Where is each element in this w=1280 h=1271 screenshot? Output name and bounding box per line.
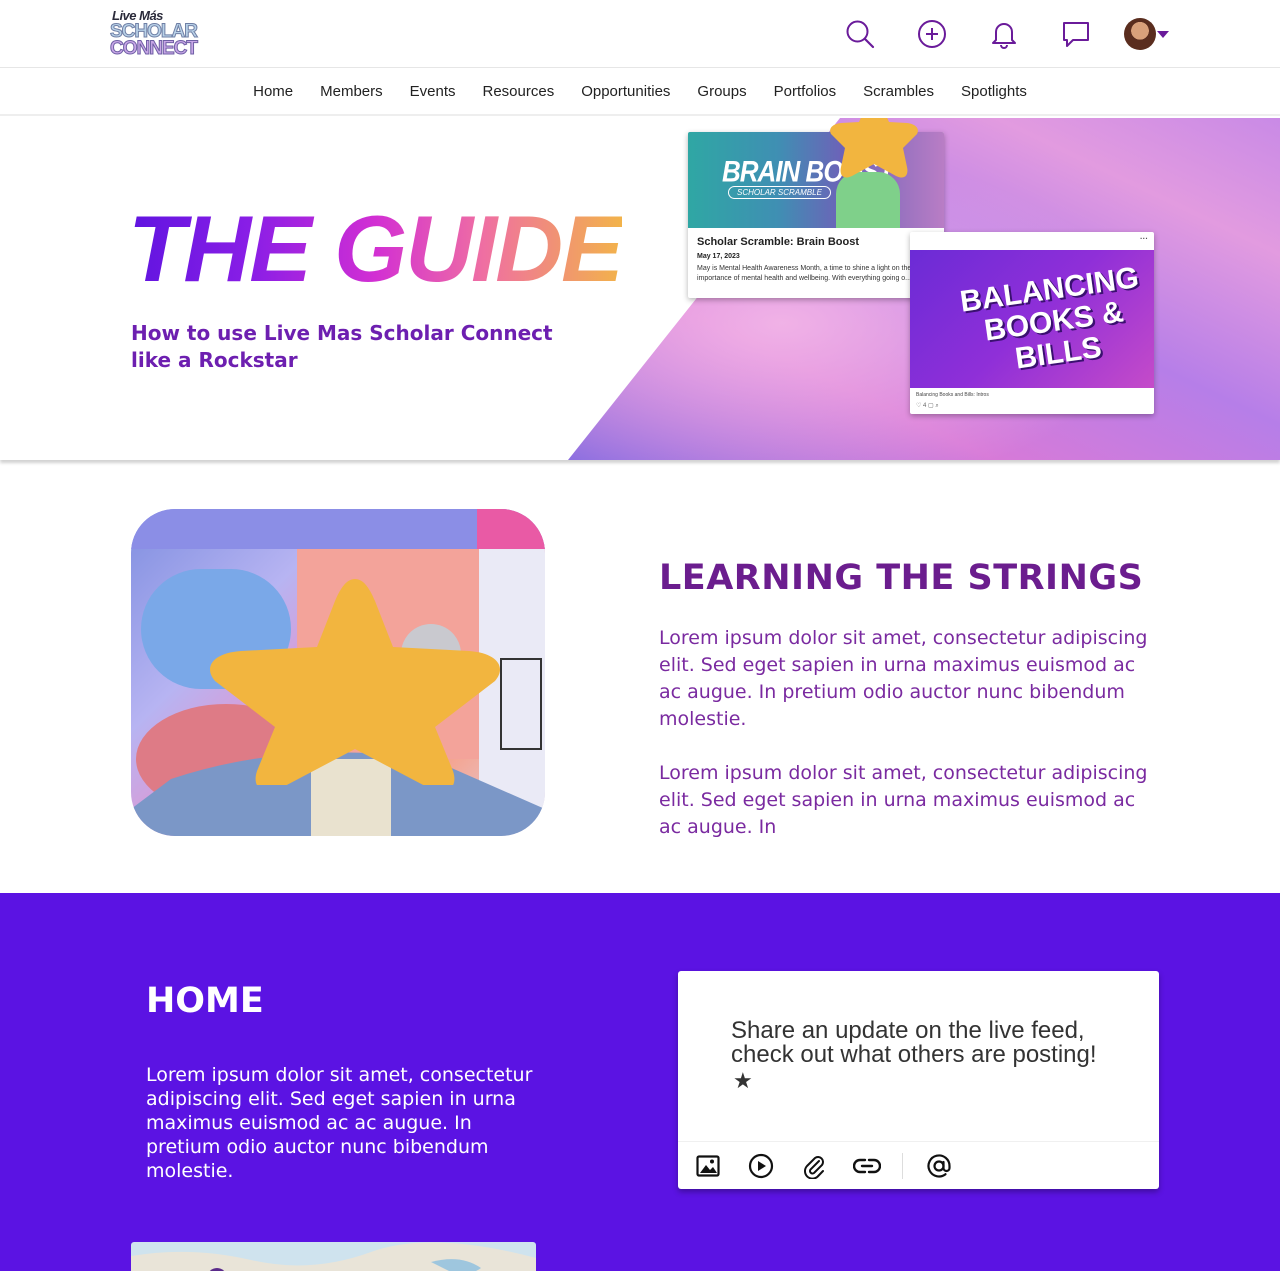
learning-photo (131, 509, 545, 836)
nav-events[interactable]: Events (410, 83, 456, 100)
caret-down-icon (1157, 31, 1169, 38)
home-title: HOME (146, 981, 264, 1021)
paperclip-icon[interactable] (800, 1152, 828, 1180)
plus-circle-icon[interactable] (912, 14, 952, 54)
video-image-title: BALANCING BOOKS & BILLS (958, 260, 1141, 376)
video-play-icon[interactable] (747, 1152, 775, 1180)
search-icon[interactable] (840, 14, 880, 54)
learning-paragraph-1: Lorem ipsum dolor sit amet, consectetur … (659, 627, 1148, 730)
hero-banner: THE GUIDE How to use Live Mas Scholar Co… (0, 118, 1280, 460)
scramble-post-date: May 17, 2023 (697, 253, 740, 260)
post-star-glyph: ★ (733, 1069, 753, 1094)
scramble-image-tag: SCHOLAR SCRAMBLE (728, 186, 831, 199)
nav-scrambles[interactable]: Scrambles (863, 83, 934, 100)
chat-icon[interactable] (1056, 14, 1096, 54)
scholar-connect-logo[interactable]: Live Más SCHOLAR CONNECT (108, 8, 204, 60)
mention-icon[interactable] (925, 1152, 953, 1180)
bell-icon[interactable] (984, 14, 1024, 54)
video-post-meta[interactable]: ♡ 4 ▢ ⌕ (916, 402, 939, 410)
home-section: HOME Lorem ipsum dolor sit amet, consect… (0, 893, 1280, 1271)
video-post-image: BALANCING BOOKS & BILLS (910, 250, 1154, 388)
nav-portfolios[interactable]: Portfolios (774, 83, 837, 100)
nav-spotlights[interactable]: Spotlights (961, 83, 1027, 100)
post-composer[interactable]: Share an update on the live feed, check … (678, 971, 1159, 1189)
video-post-card[interactable]: ··· BALANCING BOOKS & BILLS Balancing Bo… (910, 232, 1154, 414)
image-icon[interactable] (694, 1152, 722, 1180)
scramble-post-title: Scholar Scramble: Brain Boost (697, 236, 859, 248)
logo-line-3: CONNECT (110, 38, 199, 60)
nav-opportunities[interactable]: Opportunities (581, 83, 670, 100)
profile-menu[interactable] (1124, 18, 1170, 50)
post-composer-prompt[interactable]: Share an update on the live feed, check … (731, 1019, 1131, 1067)
hero-subtitle: How to use Live Mas Scholar Connect like… (131, 321, 553, 372)
learning-paragraph-2: Lorem ipsum dolor sit amet, consectetur … (659, 762, 1148, 838)
more-options-icon[interactable]: ··· (1140, 234, 1148, 243)
star-icon (830, 118, 918, 178)
avatar (1124, 18, 1156, 50)
nav-resources[interactable]: Resources (483, 83, 555, 100)
top-bar: Live Más SCHOLAR CONNECT (0, 0, 1280, 68)
scramble-post-excerpt: May is Mental Health Awareness Month, a … (697, 265, 912, 282)
main-nav: Home Members Events Resources Opportunit… (0, 68, 1280, 116)
video-post-caption: Balancing Books and Bills: Intros (916, 392, 989, 398)
star-icon (210, 579, 500, 785)
toolbar-divider (902, 1152, 903, 1179)
map-preview[interactable] (131, 1242, 536, 1271)
hero-title: THE GUIDE (128, 196, 624, 301)
learning-title: LEARNING THE STRINGS (659, 558, 1144, 598)
home-paragraph: Lorem ipsum dolor sit amet, consectetur … (146, 1064, 533, 1182)
post-toolbar (678, 1141, 1159, 1189)
nav-members[interactable]: Members (320, 83, 383, 100)
top-actions (808, 14, 1170, 54)
nav-groups[interactable]: Groups (697, 83, 746, 100)
link-icon[interactable] (853, 1152, 881, 1180)
nav-home[interactable]: Home (253, 83, 293, 100)
